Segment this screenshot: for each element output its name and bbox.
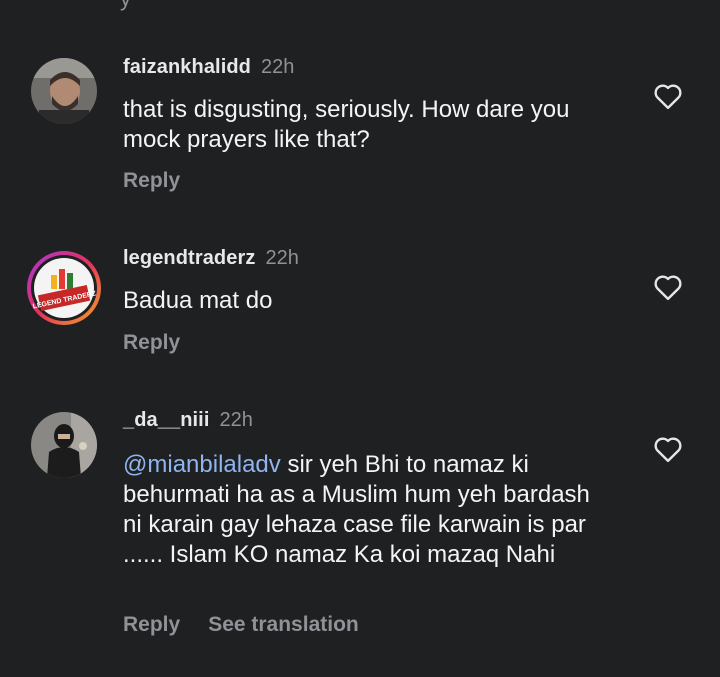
comment-actions: Reply: [123, 169, 180, 193]
comment-header: faizankhalidd 22h: [123, 56, 294, 79]
person-photo-icon: [31, 58, 97, 124]
username[interactable]: legendtraderz: [123, 247, 255, 269]
reply-button[interactable]: Reply: [123, 169, 180, 192]
comment-text: that is disgusting, seriously. How dare …: [123, 96, 570, 153]
timestamp: 22h: [219, 409, 253, 431]
comment-text: Badua mat do: [123, 287, 273, 314]
like-button[interactable]: [653, 82, 683, 110]
avatar[interactable]: [31, 412, 97, 478]
legend-traderz-logo-icon: LEGEND TRADERZ: [27, 251, 101, 325]
comment-actions: Reply: [123, 331, 180, 355]
username[interactable]: _da__niii: [123, 409, 210, 431]
like-button[interactable]: [653, 273, 683, 301]
reply-button[interactable]: Reply: [123, 613, 180, 636]
comment-text: @mianbilaladv sir yeh Bhi to namaz ki be…: [123, 450, 613, 570]
heart-icon: [654, 437, 682, 463]
username[interactable]: faizankhalidd: [123, 56, 251, 78]
like-button[interactable]: [653, 435, 683, 463]
avatar[interactable]: [31, 58, 97, 124]
heart-icon: [654, 84, 682, 110]
comment-actions: Reply See translation: [123, 613, 359, 637]
previous-reply-fragment: y: [120, 0, 131, 12]
comment-header: _da__niii 22h: [123, 409, 253, 432]
timestamp: 22h: [261, 56, 295, 78]
person-photo-icon: [31, 412, 97, 478]
avatar[interactable]: LEGEND TRADERZ: [25, 249, 103, 327]
heart-icon: [654, 275, 682, 301]
mention-link[interactable]: @mianbilaladv: [123, 451, 281, 478]
timestamp: 22h: [265, 247, 299, 269]
comment-header: legendtraderz 22h: [123, 247, 299, 270]
see-translation-button[interactable]: See translation: [208, 613, 359, 636]
reply-button[interactable]: Reply: [123, 331, 180, 354]
